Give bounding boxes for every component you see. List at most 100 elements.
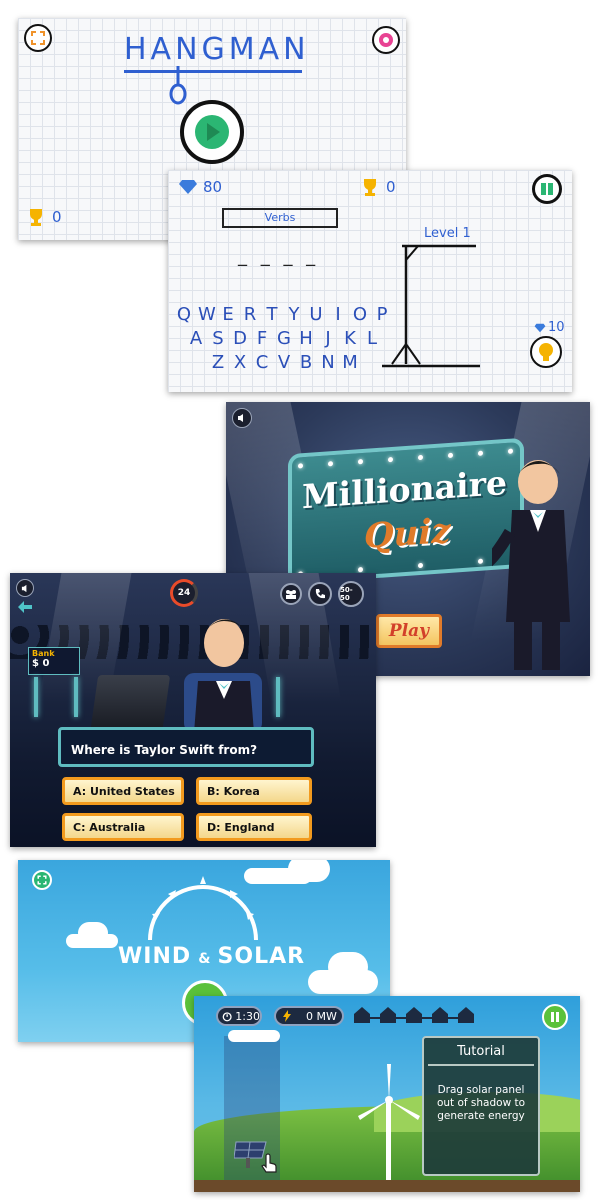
title-solar: SOLAR bbox=[217, 944, 306, 969]
bank-label: Bank bbox=[32, 649, 55, 658]
pause-button[interactable] bbox=[542, 1004, 568, 1030]
trophy-icon bbox=[364, 179, 376, 196]
host-character bbox=[492, 460, 570, 670]
key-m[interactable]: M bbox=[342, 352, 358, 373]
timer-value: 1:30 bbox=[235, 1009, 260, 1023]
trophy-icon bbox=[30, 209, 42, 226]
diamond-icon bbox=[534, 323, 546, 332]
key-e[interactable]: E bbox=[220, 304, 236, 325]
keyboard: QWERTYUIOP ASDFGHJKL ZXCVBNM bbox=[176, 304, 396, 384]
title-line-1: Millionaire bbox=[302, 462, 507, 517]
key-p[interactable]: P bbox=[374, 304, 390, 325]
phone-icon bbox=[315, 589, 325, 599]
key-n[interactable]: N bbox=[320, 352, 336, 373]
trophy-count: 0 bbox=[52, 208, 62, 226]
title-wind: WIND bbox=[118, 944, 192, 969]
gear-icon bbox=[379, 33, 393, 47]
answer-b-button[interactable]: B: Korea bbox=[196, 777, 312, 805]
expand-icon bbox=[31, 31, 45, 45]
answer-d-button[interactable]: D: England bbox=[196, 813, 312, 841]
key-w[interactable]: W bbox=[198, 304, 216, 325]
bank-panel: Bank $ 0 bbox=[28, 647, 80, 675]
hint-button[interactable] bbox=[530, 336, 562, 368]
play-button[interactable]: Play bbox=[376, 614, 442, 648]
stopwatch-icon bbox=[222, 1012, 232, 1022]
pedestal-light bbox=[74, 677, 78, 717]
key-h[interactable]: H bbox=[298, 328, 314, 349]
key-z[interactable]: Z bbox=[210, 352, 226, 373]
key-x[interactable]: X bbox=[232, 352, 248, 373]
key-q[interactable]: Q bbox=[176, 304, 192, 325]
key-c[interactable]: C bbox=[254, 352, 270, 373]
key-g[interactable]: G bbox=[276, 328, 292, 349]
key-v[interactable]: V bbox=[276, 352, 292, 373]
key-j[interactable]: J bbox=[320, 328, 336, 349]
trophy-counter: 0 bbox=[360, 178, 396, 196]
fullscreen-button[interactable] bbox=[32, 870, 52, 890]
key-s[interactable]: S bbox=[210, 328, 226, 349]
hangman-game-screen: 80 0 Verbs _ _ _ _ Level 1 QWERTYUIOP AS… bbox=[168, 170, 572, 392]
settings-button[interactable] bbox=[372, 26, 400, 54]
answer-a-label: A: United States bbox=[73, 785, 175, 798]
level-label: Level 1 bbox=[424, 226, 471, 241]
title-sign: Millionaire Quiz bbox=[288, 437, 524, 585]
category-label: Verbs bbox=[264, 211, 296, 224]
key-i[interactable]: I bbox=[330, 304, 346, 325]
diamond-count: 80 bbox=[203, 178, 223, 196]
cloud bbox=[328, 952, 368, 982]
diamond-icon bbox=[179, 180, 197, 194]
lightbulb-icon bbox=[539, 343, 553, 361]
sound-button[interactable] bbox=[16, 579, 34, 597]
power-value: 0 MW bbox=[306, 1009, 337, 1023]
title-line-2: Quiz bbox=[364, 510, 451, 557]
fullscreen-button[interactable] bbox=[24, 24, 52, 52]
game-title: HANGMAN bbox=[124, 32, 314, 73]
key-b[interactable]: B bbox=[298, 352, 314, 373]
host-character bbox=[184, 619, 262, 733]
answer-c-label: C: Australia bbox=[73, 821, 146, 834]
key-o[interactable]: O bbox=[352, 304, 368, 325]
bank-value: $ 0 bbox=[32, 658, 50, 669]
play-button[interactable] bbox=[180, 100, 244, 164]
key-u[interactable]: U bbox=[308, 304, 324, 325]
keyboard-row-1: QWERTYUIOP bbox=[176, 304, 390, 325]
key-t[interactable]: T bbox=[264, 304, 280, 325]
word-blanks: _ _ _ _ bbox=[238, 246, 320, 267]
key-a[interactable]: A bbox=[188, 328, 204, 349]
fifty-fifty-button[interactable]: 50-50 bbox=[338, 581, 364, 607]
play-label: Play bbox=[388, 621, 430, 641]
expand-icon bbox=[37, 875, 47, 885]
category-box: Verbs bbox=[222, 208, 338, 228]
key-k[interactable]: K bbox=[342, 328, 358, 349]
pause-button[interactable] bbox=[532, 174, 562, 204]
key-l[interactable]: L bbox=[364, 328, 380, 349]
house-progress-icons bbox=[354, 1007, 474, 1023]
wind-solar-game-screen: 1:30 0 MW Tutorial Drag solar panel out … bbox=[194, 996, 580, 1192]
answer-a-button[interactable]: A: United States bbox=[62, 777, 184, 805]
tutorial-panel: Tutorial Drag solar panel out of shadow … bbox=[422, 1036, 540, 1176]
timer-pill: 1:30 bbox=[216, 1006, 262, 1026]
sun-arc-logo bbox=[148, 876, 258, 941]
pause-icon bbox=[551, 1012, 559, 1022]
trophy-counter: 0 bbox=[26, 208, 62, 226]
title-text: HANGMAN bbox=[124, 32, 310, 67]
answer-c-button[interactable]: C: Australia bbox=[62, 813, 184, 841]
tutorial-title: Tutorial bbox=[457, 1044, 505, 1059]
title-underline bbox=[124, 70, 302, 73]
sound-button[interactable] bbox=[232, 408, 252, 428]
contestant-monitor bbox=[89, 675, 171, 735]
hint-cost: 10 bbox=[534, 320, 565, 335]
diamond-counter: 80 bbox=[178, 178, 222, 196]
timer-value: 24 bbox=[177, 588, 191, 598]
keyboard-row-2: ASDFGHJKL bbox=[188, 328, 380, 349]
ask-audience-button[interactable] bbox=[280, 583, 302, 605]
key-r[interactable]: R bbox=[242, 304, 258, 325]
key-f[interactable]: F bbox=[254, 328, 270, 349]
audience-icon bbox=[286, 590, 296, 599]
tutorial-text: Drag solar panel out of shadow to genera… bbox=[436, 1084, 526, 1122]
back-arrow-icon[interactable] bbox=[18, 601, 32, 613]
keyboard-row-3: ZXCVBNM bbox=[210, 352, 358, 373]
key-d[interactable]: D bbox=[232, 328, 248, 349]
phone-friend-button[interactable] bbox=[308, 582, 332, 606]
key-y[interactable]: Y bbox=[286, 304, 302, 325]
